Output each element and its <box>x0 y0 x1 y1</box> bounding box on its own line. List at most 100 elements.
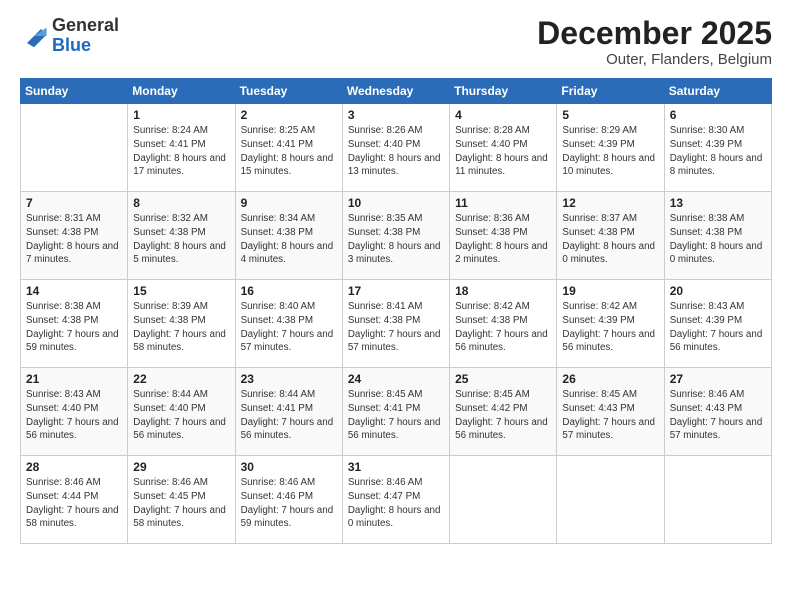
calendar-day-14: 14 Sunrise: 8:38 AMSunset: 4:38 PMDayligh… <box>21 280 128 368</box>
calendar-day-16: 16Sunrise: 8:40 AMSunset: 4:38 PMDayligh… <box>235 280 342 368</box>
day-number: 10 <box>348 196 444 210</box>
page: General Blue December 2025 Outer, Flande… <box>0 0 792 612</box>
weekday-header-wednesday: Wednesday <box>342 79 449 104</box>
calendar-day-21: 21 Sunrise: 8:43 AMSunset: 4:40 PMDayligh… <box>21 368 128 456</box>
calendar-day-1: 1Sunrise: 8:24 AMSunset: 4:41 PMDaylight… <box>128 104 235 192</box>
calendar-day-29: 29 Sunrise: 8:46 AMSunset: 4:45 PMDayligh… <box>128 456 235 544</box>
day-info: Sunrise: 8:46 AMSunset: 4:47 PMDaylight:… <box>348 476 444 531</box>
calendar-day-28: 28 Sunrise: 8:46 AMSunset: 4:44 PMDayligh… <box>21 456 128 544</box>
day-number: 28 <box>26 460 122 474</box>
calendar-week-row: 7 Sunrise: 8:31 AMSunset: 4:38 PMDaylight… <box>21 192 772 280</box>
day-info: Sunrise: 8:31 AMSunset: 4:38 PMDaylight:… <box>26 212 122 267</box>
day-info: Sunrise: 8:29 AMSunset: 4:39 PMDaylight:… <box>562 124 658 179</box>
calendar-empty-cell <box>450 456 557 544</box>
calendar-week-row: 21 Sunrise: 8:43 AMSunset: 4:40 PMDayligh… <box>21 368 772 456</box>
day-number: 5 <box>562 108 658 122</box>
day-info: Sunrise: 8:43 AMSunset: 4:40 PMDaylight:… <box>26 388 122 443</box>
calendar-day-30: 30 Sunrise: 8:46 AMSunset: 4:46 PMDayligh… <box>235 456 342 544</box>
day-info: Sunrise: 8:30 AMSunset: 4:39 PMDaylight:… <box>670 124 766 179</box>
day-number: 27 <box>670 372 766 386</box>
calendar-day-5: 5 Sunrise: 8:29 AMSunset: 4:39 PMDaylight… <box>557 104 664 192</box>
calendar-day-24: 24 Sunrise: 8:45 AMSunset: 4:41 PMDayligh… <box>342 368 449 456</box>
day-info: Sunrise: 8:26 AMSunset: 4:40 PMDaylight:… <box>348 124 444 179</box>
calendar-day-8: 8Sunrise: 8:32 AMSunset: 4:38 PMDaylight… <box>128 192 235 280</box>
day-number: 17 <box>348 284 444 298</box>
day-number: 7 <box>26 196 122 210</box>
calendar-week-row: 14 Sunrise: 8:38 AMSunset: 4:38 PMDayligh… <box>21 280 772 368</box>
calendar-day-4: 4 Sunrise: 8:28 AMSunset: 4:40 PMDaylight… <box>450 104 557 192</box>
weekday-header-monday: Monday <box>128 79 235 104</box>
day-number: 24 <box>348 372 444 386</box>
day-number: 4 <box>455 108 551 122</box>
day-number: 30 <box>241 460 337 474</box>
calendar-day-25: 25 Sunrise: 8:45 AMSunset: 4:42 PMDayligh… <box>450 368 557 456</box>
logo-general: General <box>52 16 119 36</box>
calendar-table: SundayMondayTuesdayWednesdayThursdayFrid… <box>20 78 772 544</box>
day-number: 9 <box>241 196 337 210</box>
calendar-day-15: 15Sunrise: 8:39 AMSunset: 4:38 PMDayligh… <box>128 280 235 368</box>
day-info: Sunrise: 8:42 AMSunset: 4:39 PMDaylight:… <box>562 300 658 355</box>
calendar-day-17: 17 Sunrise: 8:41 AMSunset: 4:38 PMDayligh… <box>342 280 449 368</box>
weekday-header-saturday: Saturday <box>664 79 771 104</box>
day-number: 14 <box>26 284 122 298</box>
day-info: Sunrise: 8:46 AMSunset: 4:46 PMDaylight:… <box>241 476 337 531</box>
calendar-title: December 2025 <box>537 16 772 51</box>
day-info: Sunrise: 8:43 AMSunset: 4:39 PMDaylight:… <box>670 300 766 355</box>
logo-blue: Blue <box>52 36 119 56</box>
calendar-day-13: 13Sunrise: 8:38 AMSunset: 4:38 PMDayligh… <box>664 192 771 280</box>
day-number: 26 <box>562 372 658 386</box>
weekday-header-friday: Friday <box>557 79 664 104</box>
day-info: Sunrise: 8:28 AMSunset: 4:40 PMDaylight:… <box>455 124 551 179</box>
calendar-day-20: 20Sunrise: 8:43 AMSunset: 4:39 PMDayligh… <box>664 280 771 368</box>
weekday-header-sunday: Sunday <box>21 79 128 104</box>
day-info: Sunrise: 8:46 AMSunset: 4:45 PMDaylight:… <box>133 476 229 531</box>
day-number: 25 <box>455 372 551 386</box>
day-number: 29 <box>133 460 229 474</box>
calendar-day-2: 2Sunrise: 8:25 AMSunset: 4:41 PMDaylight… <box>235 104 342 192</box>
header: General Blue December 2025 Outer, Flande… <box>20 16 772 68</box>
title-block: December 2025 Outer, Flanders, Belgium <box>537 16 772 68</box>
calendar-day-31: 31 Sunrise: 8:46 AMSunset: 4:47 PMDayligh… <box>342 456 449 544</box>
day-number: 16 <box>241 284 337 298</box>
calendar-day-22: 22Sunrise: 8:44 AMSunset: 4:40 PMDayligh… <box>128 368 235 456</box>
day-number: 18 <box>455 284 551 298</box>
day-info: Sunrise: 8:38 AMSunset: 4:38 PMDaylight:… <box>26 300 122 355</box>
calendar-day-19: 19 Sunrise: 8:42 AMSunset: 4:39 PMDayligh… <box>557 280 664 368</box>
day-info: Sunrise: 8:42 AMSunset: 4:38 PMDaylight:… <box>455 300 551 355</box>
calendar-day-7: 7 Sunrise: 8:31 AMSunset: 4:38 PMDaylight… <box>21 192 128 280</box>
day-number: 15 <box>133 284 229 298</box>
calendar-subtitle: Outer, Flanders, Belgium <box>537 51 772 68</box>
day-info: Sunrise: 8:46 AMSunset: 4:43 PMDaylight:… <box>670 388 766 443</box>
calendar-day-27: 27 Sunrise: 8:46 AMSunset: 4:43 PMDayligh… <box>664 368 771 456</box>
day-info: Sunrise: 8:45 AMSunset: 4:41 PMDaylight:… <box>348 388 444 443</box>
day-number: 19 <box>562 284 658 298</box>
day-info: Sunrise: 8:45 AMSunset: 4:43 PMDaylight:… <box>562 388 658 443</box>
logo-icon <box>20 22 48 50</box>
day-number: 21 <box>26 372 122 386</box>
day-info: Sunrise: 8:41 AMSunset: 4:38 PMDaylight:… <box>348 300 444 355</box>
day-number: 13 <box>670 196 766 210</box>
logo: General Blue <box>20 16 119 56</box>
calendar-day-6: 6 Sunrise: 8:30 AMSunset: 4:39 PMDaylight… <box>664 104 771 192</box>
calendar-day-26: 26 Sunrise: 8:45 AMSunset: 4:43 PMDayligh… <box>557 368 664 456</box>
calendar-empty-cell <box>664 456 771 544</box>
day-info: Sunrise: 8:32 AMSunset: 4:38 PMDaylight:… <box>133 212 229 267</box>
day-number: 1 <box>133 108 229 122</box>
day-number: 3 <box>348 108 444 122</box>
day-number: 2 <box>241 108 337 122</box>
calendar-empty-cell <box>557 456 664 544</box>
calendar-day-18: 18 Sunrise: 8:42 AMSunset: 4:38 PMDayligh… <box>450 280 557 368</box>
calendar-day-9: 9Sunrise: 8:34 AMSunset: 4:38 PMDaylight… <box>235 192 342 280</box>
calendar-empty-cell <box>21 104 128 192</box>
day-info: Sunrise: 8:35 AMSunset: 4:38 PMDaylight:… <box>348 212 444 267</box>
day-number: 12 <box>562 196 658 210</box>
calendar-day-12: 12Sunrise: 8:37 AMSunset: 4:38 PMDayligh… <box>557 192 664 280</box>
weekday-header-row: SundayMondayTuesdayWednesdayThursdayFrid… <box>21 79 772 104</box>
weekday-header-thursday: Thursday <box>450 79 557 104</box>
day-info: Sunrise: 8:46 AMSunset: 4:44 PMDaylight:… <box>26 476 122 531</box>
day-number: 31 <box>348 460 444 474</box>
day-info: Sunrise: 8:45 AMSunset: 4:42 PMDaylight:… <box>455 388 551 443</box>
calendar-week-row: 1Sunrise: 8:24 AMSunset: 4:41 PMDaylight… <box>21 104 772 192</box>
day-number: 6 <box>670 108 766 122</box>
day-number: 23 <box>241 372 337 386</box>
